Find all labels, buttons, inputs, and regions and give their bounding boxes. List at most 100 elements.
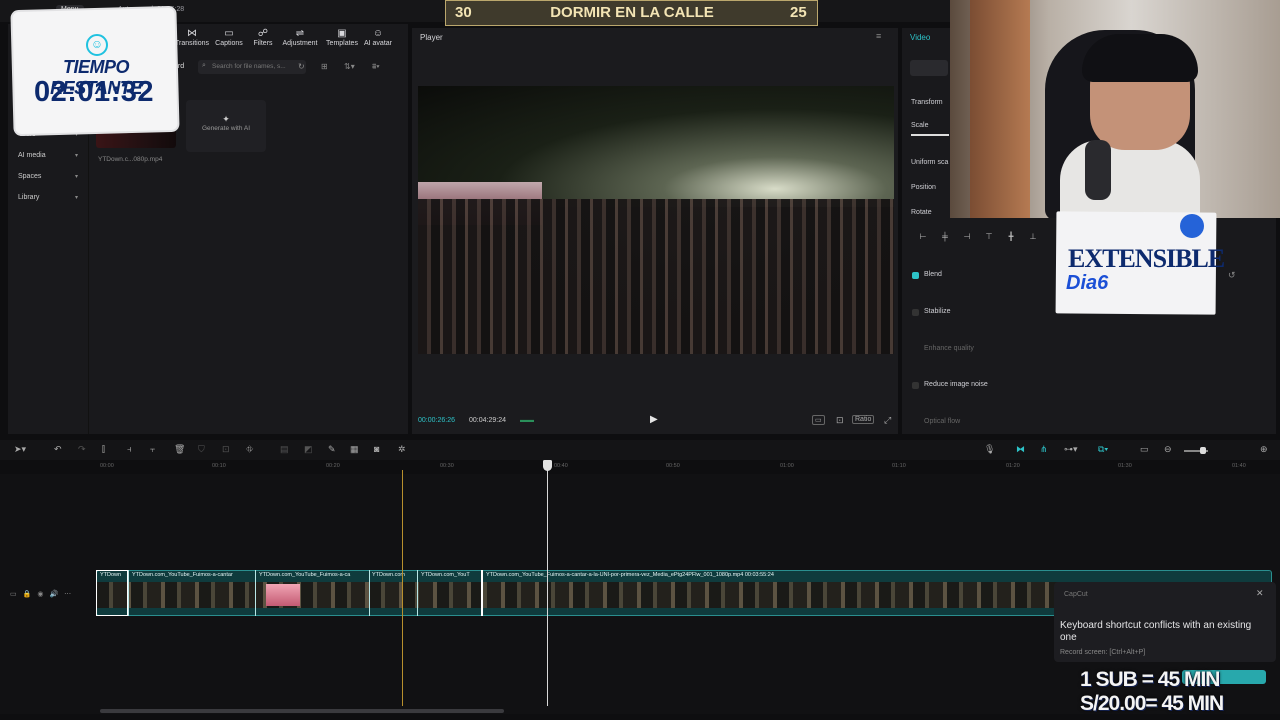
refresh-icon[interactable]: ↻ [298,62,305,71]
timeline-ruler[interactable] [96,460,1280,474]
sticker-title: EXTENSIBLE [1068,244,1225,273]
generate-with-ai-button[interactable]: ✦ Generate with AI [186,100,266,152]
mirror-icon[interactable]: ◩ [304,444,313,455]
tick-label: 01:30 [1118,463,1132,469]
tab-label: Transitions [175,40,209,47]
nav-item-library[interactable]: Library ▾ [14,191,84,207]
smile-icon: ☺ [86,34,108,56]
chevron-down-icon: ▾ [74,195,78,201]
transitions-icon: ⋈ [187,28,197,39]
camera-icon[interactable]: ◙ [374,444,379,454]
menu-icon[interactable]: ≡ [876,31,881,41]
magnet-icon[interactable]: ⋔ [1040,444,1048,455]
align-bottom-icon[interactable]: ⊥ [1022,232,1044,241]
tick-label: 00:00 [100,463,114,469]
search-icon: ⌕ [202,62,206,69]
generate-label: Generate with AI [201,125,251,132]
optical-flow-label: Optical flow [924,418,961,425]
crop-tool-icon[interactable]: ⊡ [222,444,230,455]
tick-label: 01:10 [892,463,906,469]
playhead[interactable] [547,462,548,706]
align-right-icon[interactable]: ⊣ [956,232,978,241]
fullscreen-mode-icon[interactable]: ▭ [812,415,825,425]
undo-icon[interactable]: ↶ [54,444,62,455]
grid-view-icon[interactable]: ⊞ [321,62,328,71]
chevron-down-icon: ▾ [74,153,78,159]
align-middle-icon[interactable]: ╋ [1000,232,1022,241]
tab-ai-avatar[interactable]: ☺ AI avatar [357,28,399,47]
nav-item-ai-media[interactable]: AI media ▾ [14,149,84,165]
sticker-day: Dia6 [1066,272,1109,294]
stabilize-checkbox[interactable] [912,309,919,316]
waveform-icon[interactable]: ▬▬ [520,417,534,424]
reduce-noise-checkbox[interactable] [912,382,919,389]
reset-icon[interactable]: ↺ [1228,270,1236,281]
banner-right-number: 25 [790,4,807,21]
search-input[interactable]: ⌕ Search for file names, s... [198,60,306,74]
tick-label: 01:00 [780,463,794,469]
toast-app-name: CapCut [1064,591,1088,598]
uniform-scale-label: Uniform sca [911,159,949,166]
ratio-button[interactable]: Ratio [852,415,875,424]
marker-line[interactable] [402,470,403,706]
microphone-icon [1085,140,1111,200]
split-left-icon[interactable]: ⫞ [127,444,132,455]
tick-label: 00:30 [440,463,454,469]
link-icon[interactable]: ⧓ [1016,444,1025,455]
webcam-shirt [1060,140,1200,218]
alignment-buttons: ⊢ ╪ ⊣ ⊤ ╋ ⊥ [912,232,1052,246]
reduce-noise-label: Reduce image noise [924,381,988,388]
nav-item-spaces[interactable]: Spaces ▾ [14,170,84,186]
filter-icon[interactable]: ⩩▾ [372,62,380,72]
freeze-icon[interactable]: ▤ [280,444,289,455]
select-tool-icon[interactable]: ➤▾ [14,444,26,455]
tab-video[interactable]: Video [910,33,930,42]
record-audio-icon[interactable]: 🎙 [984,444,995,455]
promo-line-2: S/20.00= 45 MIN [1080,692,1224,715]
timeline-scrollbar[interactable] [100,709,504,713]
align-left-icon[interactable]: ⊢ [912,232,934,241]
blend-checkbox[interactable] [912,272,919,279]
scale-label: Scale [911,122,929,129]
delete-icon[interactable]: 🗑 [174,444,185,455]
banner-left-number: 30 [455,4,472,21]
timer-value: 02:01:32 [33,76,155,108]
align-center-icon[interactable]: ╪ [934,232,956,241]
zoom-slider-handle[interactable] [1200,447,1206,454]
video-preview[interactable] [418,86,894,354]
close-icon[interactable]: ✕ [1256,588,1264,599]
toast-message: Keyboard shortcut conflicts with an exis… [1060,620,1252,643]
tab-filters[interactable]: ☍ Filters [242,28,284,47]
thumbnail-icon[interactable]: ▭ [1140,444,1149,455]
magic-icon[interactable]: ✎ [328,444,336,455]
timeline-toolbar [0,440,1280,460]
split-right-icon[interactable]: ⫟ [150,444,155,455]
clip-label: YTDown.com [372,572,406,578]
speed-icon[interactable]: ⛗ [246,444,253,455]
clip-thumbnail-pink [266,584,300,606]
sub-tab-basic[interactable] [910,60,948,76]
zoom-out-icon[interactable]: ⊖ [1164,444,1172,455]
snap-icon[interactable]: ⧉▾ [1098,444,1108,455]
play-button[interactable]: ▶ [650,414,658,425]
split-icon[interactable]: ⫿ [102,444,105,455]
ai-avatar-icon: ☺ [372,28,384,39]
expand-icon[interactable]: ⤢ [882,415,893,426]
ai-tool-icon[interactable]: ✲ [398,444,406,455]
tab-transitions[interactable]: ⋈ Transitions [171,28,213,47]
stabilize-label: Stabilize [924,308,951,315]
track-controls[interactable]: ▭🔒◉🔊⋯ [10,590,77,598]
frame-icon[interactable]: ▦ [350,444,359,455]
zoom-in-icon[interactable]: ⊕ [1260,444,1268,455]
crop-icon[interactable]: ⊡ [834,415,846,426]
align-top-icon[interactable]: ⊤ [978,232,1000,241]
scale-slider[interactable] [911,134,949,136]
webcam-door [970,0,1030,218]
blend-label: Blend [924,271,942,278]
tab-adjustment[interactable]: ⇌ Adjustment [279,28,321,47]
preview-axis-icon[interactable]: ⊶▾ [1064,444,1078,455]
sort-icon[interactable]: ⇅▾ [344,62,355,71]
redo-icon[interactable]: ↷ [78,444,86,455]
shield-icon[interactable]: ⛉ [198,444,205,455]
playhead-handle[interactable] [543,460,552,471]
